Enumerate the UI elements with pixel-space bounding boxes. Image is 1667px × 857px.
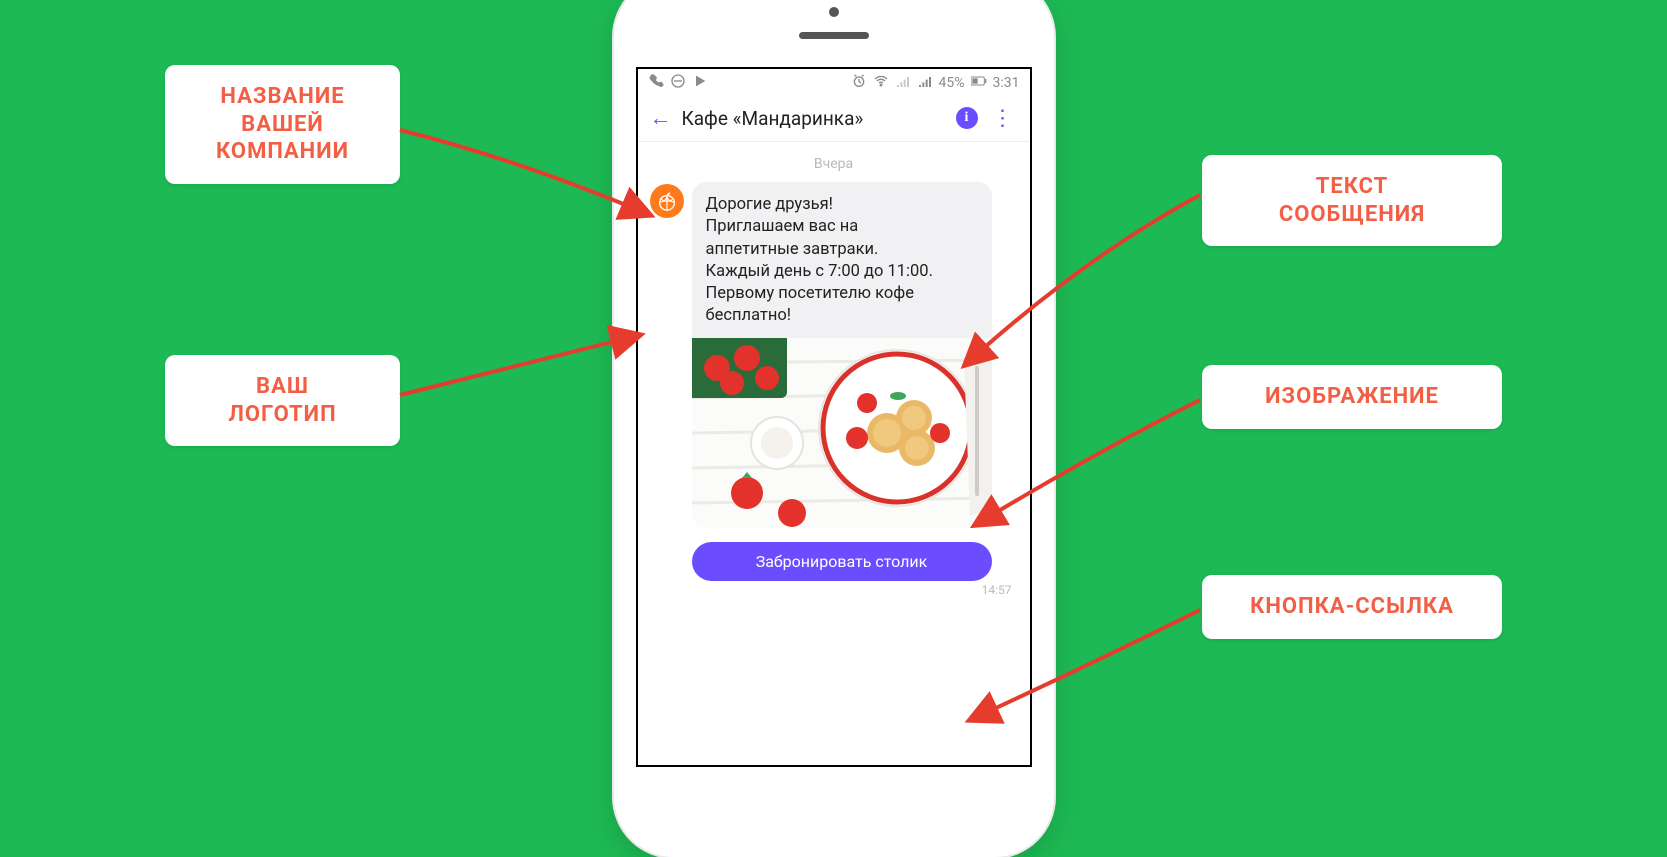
back-arrow-icon[interactable]: ← [650,105,672,131]
signal-icon [895,73,911,93]
arrow-logo [400,335,640,395]
callout-button-link: КНОПКА-ССЫЛКА [1202,575,1502,639]
battery-percent: 45% [939,75,965,91]
no-entry-icon [670,73,686,93]
phone-screen: 45% 3:31 ← Кафе «Мандаринка» i ⋮ Вчера [636,67,1032,767]
callout-company-name: НАЗВАНИЕ ВАШЕЙ КОМПАНИИ [165,65,400,184]
callout-text: ТЕКСТ СООБЩЕНИЯ [1279,174,1425,227]
sender-avatar [650,184,684,218]
callout-text: КНОПКА-ССЫЛКА [1250,594,1454,619]
arrow-company-name [400,130,650,215]
play-icon [692,73,708,93]
phone-icon [648,73,664,93]
status-bar: 45% 3:31 [638,69,1030,95]
message-bubble: Дорогие друзья! Приглашаем вас на аппети… [692,182,992,528]
tangerine-logo-icon [656,190,678,212]
chat-title: Кафе «Мандаринка» [682,107,946,130]
chat-header: ← Кафе «Мандаринка» i ⋮ [638,95,1030,142]
callout-image: ИЗОБРАЖЕНИЕ [1202,365,1502,429]
callout-text: НАЗВАНИЕ ВАШЕЙ КОМПАНИИ [216,84,349,164]
message-image [692,338,992,528]
callout-message-text: ТЕКСТ СООБЩЕНИЯ [1202,155,1502,246]
date-label: Вчера [638,142,1030,182]
info-icon[interactable]: i [956,107,978,129]
clock-time: 3:31 [993,75,1020,91]
message-timestamp: 14:57 [638,581,1030,597]
signal-4g-icon [917,73,933,93]
more-menu-icon[interactable]: ⋮ [988,106,1018,131]
statusbar-left [648,73,708,93]
callout-text: ИЗОБРАЖЕНИЕ [1265,384,1439,409]
battery-icon [971,73,987,93]
message-text: Дорогие друзья! Приглашаем вас на аппети… [692,182,992,338]
alarm-icon [851,73,867,93]
statusbar-right: 45% 3:31 [851,73,1020,93]
message-row: Дорогие друзья! Приглашаем вас на аппети… [638,182,1030,534]
callout-text: ВАШ ЛОГОТИП [228,374,336,427]
callout-logo: ВАШ ЛОГОТИП [165,355,400,446]
cta-button[interactable]: Забронировать столик [692,542,992,581]
phone-frame: 45% 3:31 ← Кафе «Мандаринка» i ⋮ Вчера [614,0,1054,857]
wifi-icon [873,73,889,93]
